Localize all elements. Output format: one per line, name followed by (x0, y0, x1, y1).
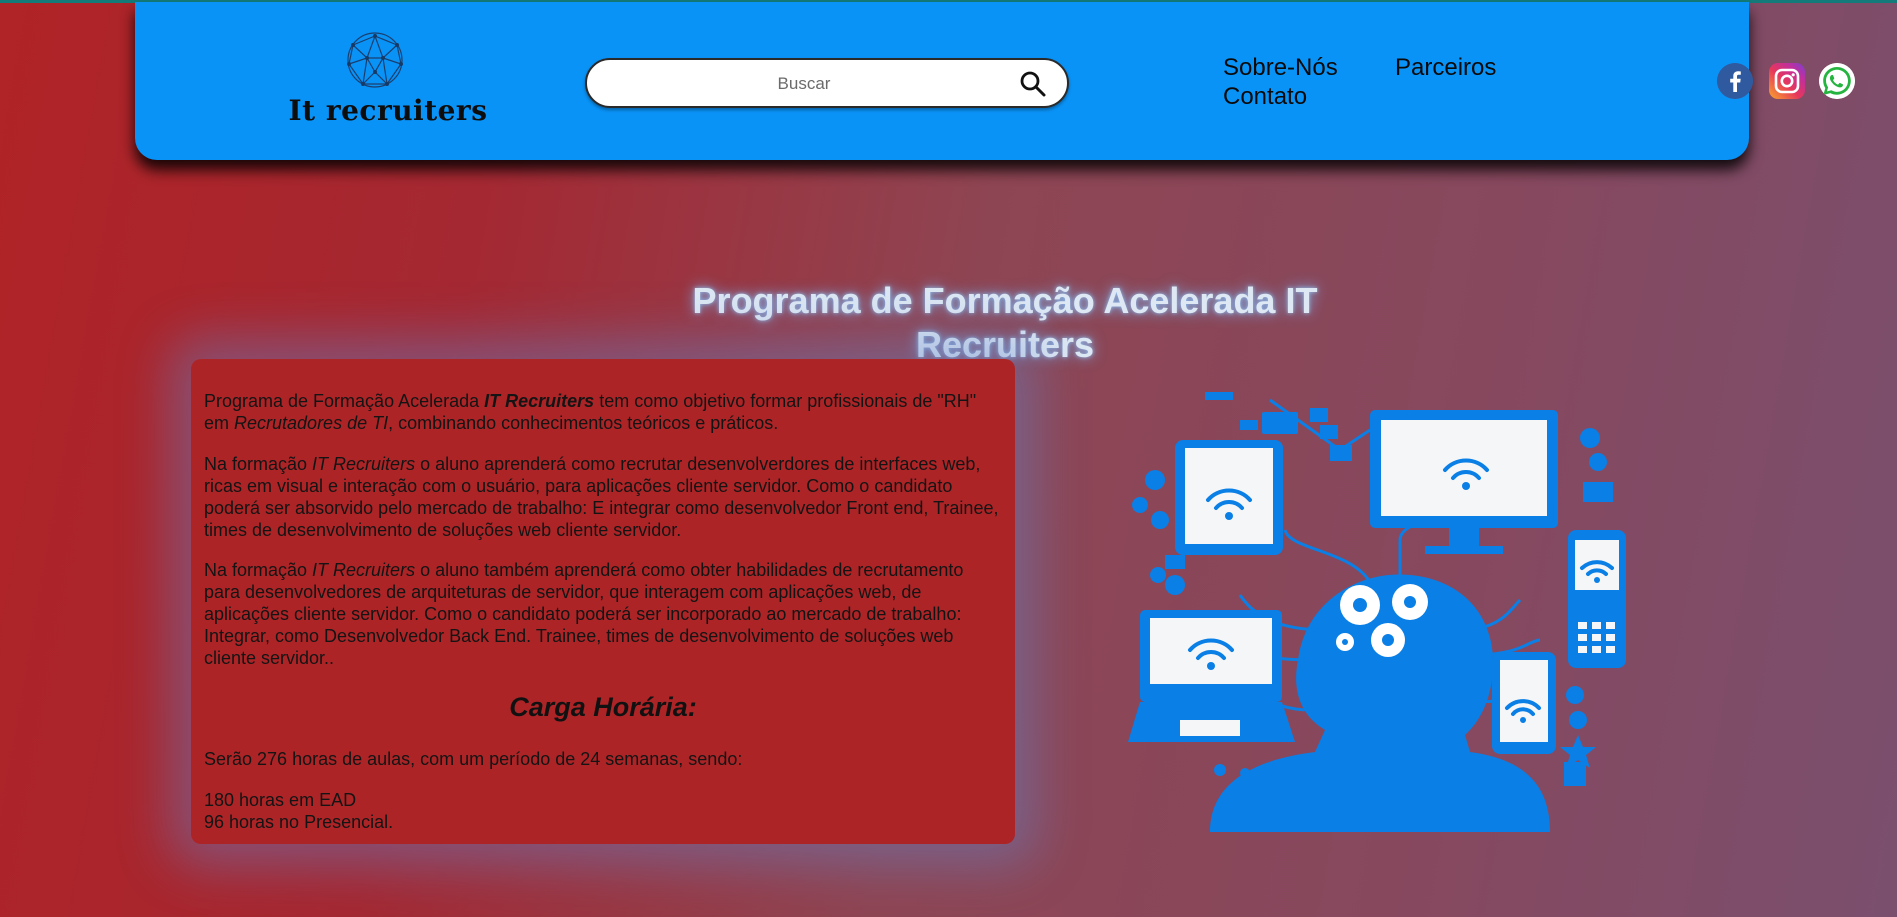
whatsapp-icon[interactable] (1819, 63, 1855, 99)
workload-heading: Carga Horária: (509, 692, 697, 722)
text-segment: Na formação (204, 454, 313, 474)
paragraph-backend: Na formação IT Recruiters o aluno também… (204, 559, 1004, 669)
text-segment: Programa de Formação Acelerada (204, 391, 485, 411)
workload-ead: 180 horas em EAD (204, 790, 357, 810)
brand-name: IT Recruiters (484, 391, 595, 411)
program-description-card: Programa de Formação Acelerada IT Recrui… (191, 359, 1015, 844)
site-logo[interactable]: It recruiters (283, 26, 493, 127)
workload-presencial: 96 horas no Presencial. (204, 812, 394, 832)
facebook-icon[interactable] (1717, 63, 1753, 99)
site-header: It recruiters Sobre-Nós Parceiros Contat… (135, 2, 1855, 160)
search-input[interactable] (607, 60, 1001, 108)
text-segment: , combinando conhecimentos teóricos e pr… (388, 413, 779, 433)
main-nav: Sobre-Nós Parceiros Contato (1223, 54, 1523, 114)
paragraph-objective: Programa de Formação Acelerada IT Recrui… (204, 390, 1004, 434)
tablet-icon (1175, 440, 1283, 555)
globe-network-icon (347, 32, 403, 88)
brand-name: IT Recruiters (312, 560, 416, 580)
instagram-icon[interactable] (1769, 63, 1805, 99)
search-icon[interactable] (1019, 70, 1047, 98)
smartphone-icon (1568, 530, 1626, 668)
tech-recruiting-illustration (1128, 392, 1626, 832)
monitor-icon (1370, 410, 1558, 554)
nav-link-sobre-nos[interactable]: Sobre-Nós (1223, 54, 1338, 82)
page-title: Programa de Formação Acelerada IT Recrui… (692, 280, 1318, 366)
workload-breakdown: 180 horas em EAD 96 horas no Presencial. (204, 789, 1004, 833)
brand-name: IT Recruiters (312, 454, 416, 474)
text-segment: Na formação (204, 560, 313, 580)
paragraph-frontend: Na formação IT Recruiters o aluno aprend… (204, 453, 1004, 541)
search-bar (585, 58, 1069, 108)
emphasis-text: Recrutadores de TI (234, 413, 389, 433)
laptop-icon (1128, 610, 1295, 742)
nav-link-contato[interactable]: Contato (1223, 83, 1307, 111)
workload-summary: Serão 276 horas de aulas, com um período… (204, 749, 743, 769)
logo-text: It recruiters (288, 94, 488, 127)
nav-link-parceiros[interactable]: Parceiros (1395, 54, 1496, 82)
